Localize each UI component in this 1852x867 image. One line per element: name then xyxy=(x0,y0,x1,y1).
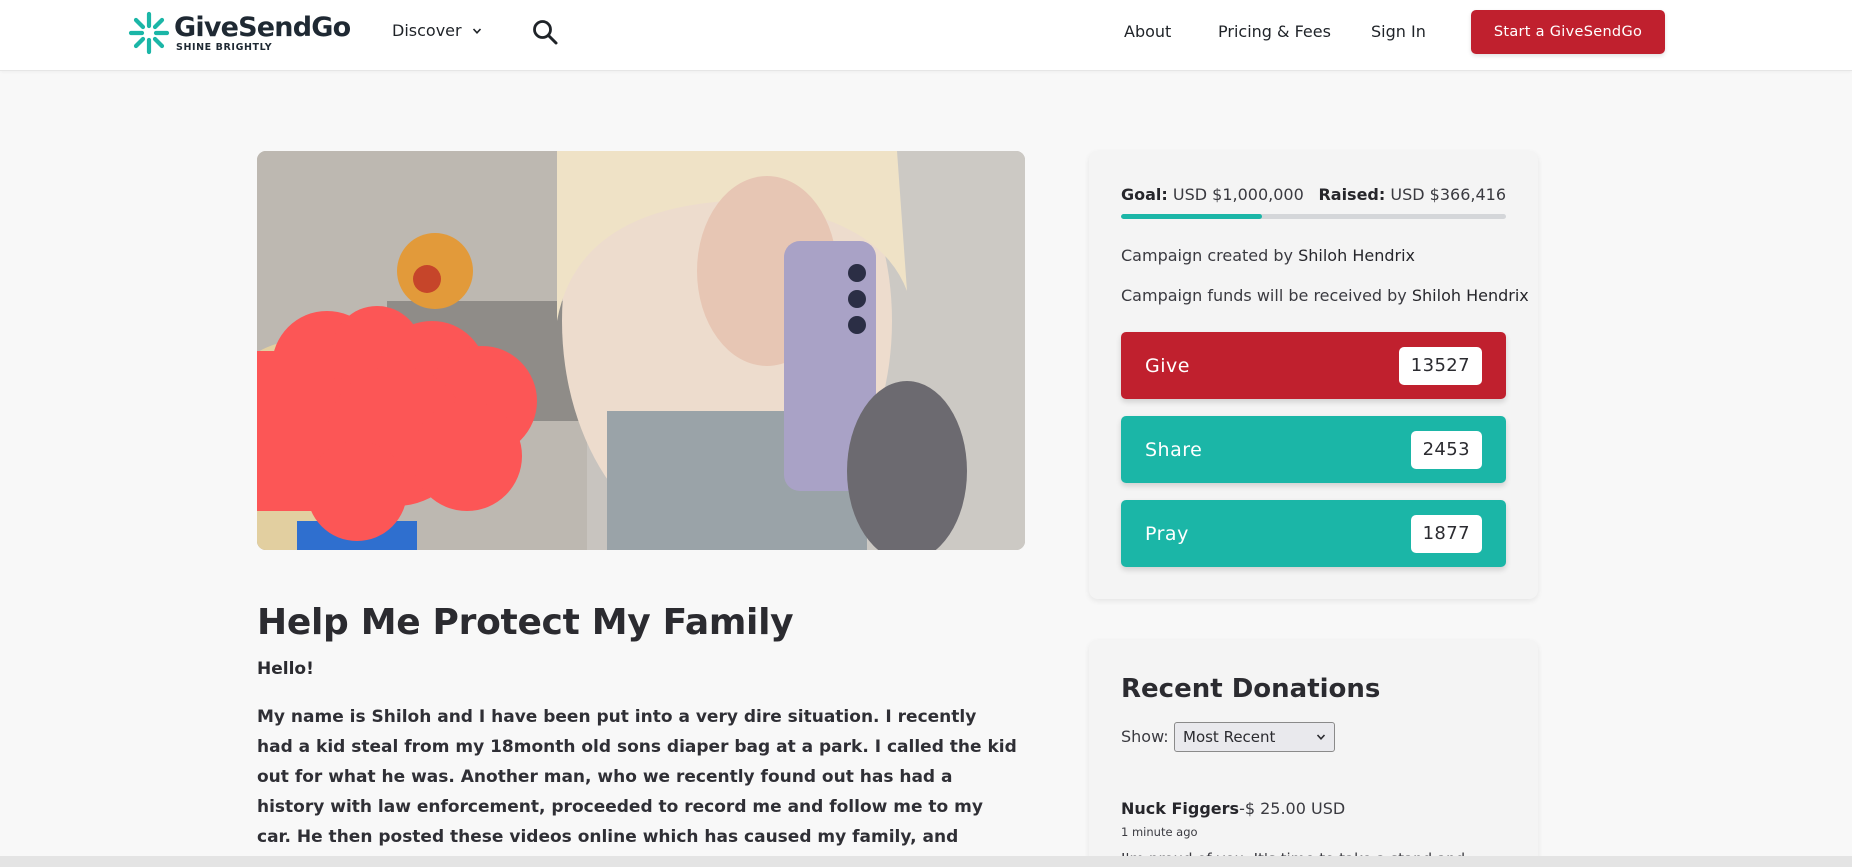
discover-label: Discover xyxy=(392,21,462,40)
goal-label: Goal: xyxy=(1121,185,1168,204)
recent-donations-panel: Recent Donations Show: Most Recent Nuck … xyxy=(1089,640,1538,867)
pricing-fees-link[interactable]: Pricing & Fees xyxy=(1218,22,1331,41)
share-label: Share xyxy=(1145,438,1203,461)
give-label: Give xyxy=(1145,354,1190,377)
created-prefix: Campaign created by xyxy=(1121,246,1294,265)
campaign-summary-panel: Goal: USD $1,000,000 Raised: USD $366,41… xyxy=(1089,151,1538,599)
about-link[interactable]: About xyxy=(1124,22,1171,41)
creator-name: Shiloh Hendrix xyxy=(1298,246,1415,265)
donation-sort-value: Most Recent xyxy=(1183,728,1276,746)
share-count: 2453 xyxy=(1410,430,1482,469)
donation-item: Nuck Figgers-$ 25.00 USD xyxy=(1121,799,1345,818)
donation-time: 1 minute ago xyxy=(1121,825,1198,839)
funding-progress-fill xyxy=(1121,214,1262,219)
recent-donations-title: Recent Donations xyxy=(1121,674,1381,704)
recipient-name: Shiloh Hendrix xyxy=(1411,286,1529,305)
sign-in-link[interactable]: Sign In xyxy=(1371,22,1426,41)
logo-tagline: SHINE BRIGHTLY xyxy=(176,41,273,53)
givesendgo-logo[interactable]: GiveSendGo SHINE BRIGHTLY xyxy=(128,10,351,56)
campaign-story: My name is Shiloh and I have been put in… xyxy=(257,707,1017,867)
share-button[interactable]: Share 2453 xyxy=(1121,416,1506,483)
top-navigation-bar: GiveSendGo SHINE BRIGHTLY Discover About… xyxy=(0,0,1852,71)
start-givesendgo-button[interactable]: Start a GiveSendGo xyxy=(1471,10,1665,54)
donation-sort-select[interactable]: Most Recent xyxy=(1174,722,1335,752)
sparkle-logo-icon xyxy=(128,11,170,55)
funds-recipient: Campaign funds will be received by Shilo… xyxy=(1121,286,1529,305)
discover-menu[interactable]: Discover xyxy=(392,21,482,40)
chevron-down-icon xyxy=(472,27,481,34)
pray-button[interactable]: Pray 1877 xyxy=(1121,500,1506,567)
campaign-title: Help Me Protect My Family xyxy=(257,602,794,643)
raised-label: Raised: xyxy=(1318,185,1386,204)
raised-text: Raised: USD $366,416 xyxy=(1318,185,1506,204)
pray-label: Pray xyxy=(1145,522,1189,545)
raised-value: USD $366,416 xyxy=(1390,185,1506,204)
campaign-creator: Campaign created by Shiloh Hendrix xyxy=(1121,246,1415,265)
search-icon[interactable] xyxy=(531,18,559,46)
campaign-photo xyxy=(257,151,1025,550)
give-button[interactable]: Give 13527 xyxy=(1121,332,1506,399)
chevron-down-icon xyxy=(1316,734,1326,740)
logo-name: GiveSendGo xyxy=(174,11,351,43)
pray-count: 1877 xyxy=(1410,514,1482,553)
goal-raised-row: Goal: USD $1,000,000 Raised: USD $366,41… xyxy=(1121,185,1506,204)
goal-value: USD $1,000,000 xyxy=(1172,185,1304,204)
give-count: 13527 xyxy=(1398,346,1482,385)
goal-text: Goal: USD $1,000,000 xyxy=(1121,185,1304,204)
donor-name: Nuck Figgers xyxy=(1121,799,1240,818)
received-prefix: Campaign funds will be received by xyxy=(1121,286,1407,305)
campaign-greeting: Hello! xyxy=(257,659,314,679)
horizontal-scrollbar[interactable] xyxy=(0,856,1852,867)
donation-amount: -$ 25.00 USD xyxy=(1239,799,1346,818)
show-filter-label: Show: xyxy=(1121,727,1169,746)
funding-progress-bar xyxy=(1121,214,1506,219)
